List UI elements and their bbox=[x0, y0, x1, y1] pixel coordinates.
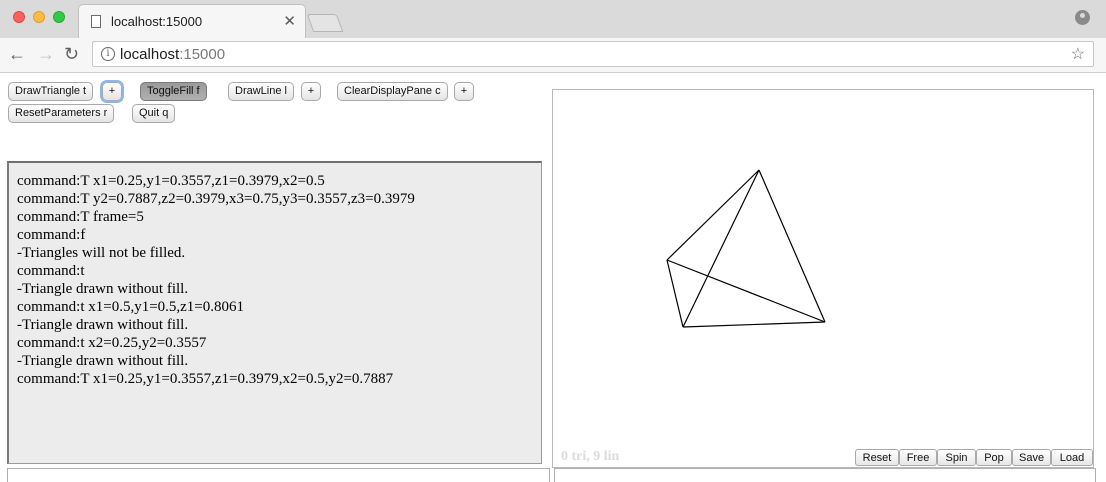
secondary-box[interactable] bbox=[554, 468, 1096, 482]
forward-arrow-icon[interactable]: → bbox=[37, 44, 55, 65]
page-icon bbox=[91, 15, 101, 28]
address-bar[interactable]: i localhost:15000 ☆ bbox=[92, 41, 1094, 67]
edge-line bbox=[758, 169, 826, 323]
url-text: localhost:15000 bbox=[120, 46, 225, 63]
tab-close-icon[interactable]: ✕ bbox=[283, 12, 296, 30]
log-line: -Triangle drawn without fill. bbox=[17, 317, 189, 333]
pop-button[interactable]: Pop bbox=[976, 449, 1012, 466]
reload-icon[interactable]: ↻ bbox=[64, 44, 79, 65]
log-line: command:T x1=0.25,y1=0.3557,z1=0.3979,x2… bbox=[17, 371, 394, 387]
clear-display-pane-button[interactable]: ClearDisplayPane c bbox=[337, 82, 448, 101]
clear-display-plus-button[interactable]: + bbox=[454, 82, 474, 101]
edge-line bbox=[666, 169, 760, 261]
toggle-fill-button[interactable]: ToggleFill f bbox=[140, 82, 207, 101]
log-line: command:T x1=0.25,y1=0.3557,z1=0.3979,x2… bbox=[17, 173, 325, 189]
url-host: localhost bbox=[120, 46, 180, 63]
close-window-icon[interactable] bbox=[13, 11, 25, 23]
browser-tab-strip: localhost:15000 ✕ bbox=[0, 0, 1106, 39]
edge-line bbox=[682, 169, 760, 328]
log-line: command:T frame=5 bbox=[17, 209, 144, 225]
log-line: command:T y2=0.7887,z2=0.3979,x3=0.75,y3… bbox=[17, 191, 415, 207]
quit-button[interactable]: Quit q bbox=[132, 104, 176, 123]
draw-triangle-plus-button[interactable]: + bbox=[102, 82, 122, 101]
load-button[interactable]: Load bbox=[1051, 449, 1093, 466]
log-line: -Triangles will not be filled. bbox=[17, 245, 186, 261]
draw-line-button[interactable]: DrawLine l bbox=[228, 82, 294, 101]
tab-title: localhost:15000 bbox=[111, 14, 203, 29]
reset-parameters-button[interactable]: ResetParameters r bbox=[8, 104, 115, 123]
browser-tab[interactable]: localhost:15000 ✕ bbox=[78, 4, 306, 38]
draw-line-plus-button[interactable]: + bbox=[301, 82, 321, 101]
save-button[interactable]: Save bbox=[1012, 449, 1051, 466]
browser-toolbar: ← → ↻ i localhost:15000 ☆ bbox=[0, 38, 1106, 73]
free-view-button[interactable]: Free bbox=[899, 449, 937, 466]
reset-view-button[interactable]: Reset bbox=[855, 449, 899, 466]
command-log[interactable]: command:T x1=0.25,y1=0.3557,z1=0.3979,x2… bbox=[7, 161, 542, 464]
bookmark-star-icon[interactable]: ☆ bbox=[1071, 44, 1085, 64]
maximize-window-icon[interactable] bbox=[53, 11, 65, 23]
spin-button[interactable]: Spin bbox=[937, 449, 976, 466]
info-icon[interactable]: i bbox=[101, 47, 115, 61]
log-line: command:t bbox=[17, 263, 85, 279]
profile-icon[interactable] bbox=[1075, 10, 1090, 25]
wireframe-drawing bbox=[666, 169, 826, 328]
draw-triangle-button[interactable]: DrawTriangle t bbox=[8, 82, 94, 101]
minimize-window-icon[interactable] bbox=[33, 11, 45, 23]
new-tab-button[interactable] bbox=[306, 14, 344, 32]
edge-line bbox=[666, 259, 826, 323]
edge-line bbox=[682, 321, 826, 328]
back-arrow-icon[interactable]: ← bbox=[8, 44, 26, 65]
log-line: -Triangle drawn without fill. bbox=[17, 281, 189, 297]
log-line: -Triangle drawn without fill. bbox=[17, 353, 189, 369]
log-line: command:t x1=0.5,y1=0.5,z1=0.8061 bbox=[17, 299, 245, 315]
url-port: :15000 bbox=[179, 46, 226, 63]
edge-line bbox=[666, 259, 684, 328]
input-box[interactable] bbox=[7, 468, 550, 482]
render-stats: 0 tri, 9 lin bbox=[561, 449, 620, 464]
drawing-canvas[interactable]: 0 tri, 9 lin Reset Free Spin Pop Save Lo… bbox=[552, 89, 1094, 468]
log-line: command:t x2=0.25,y2=0.3557 bbox=[17, 335, 207, 351]
log-line: command:f bbox=[17, 227, 86, 243]
